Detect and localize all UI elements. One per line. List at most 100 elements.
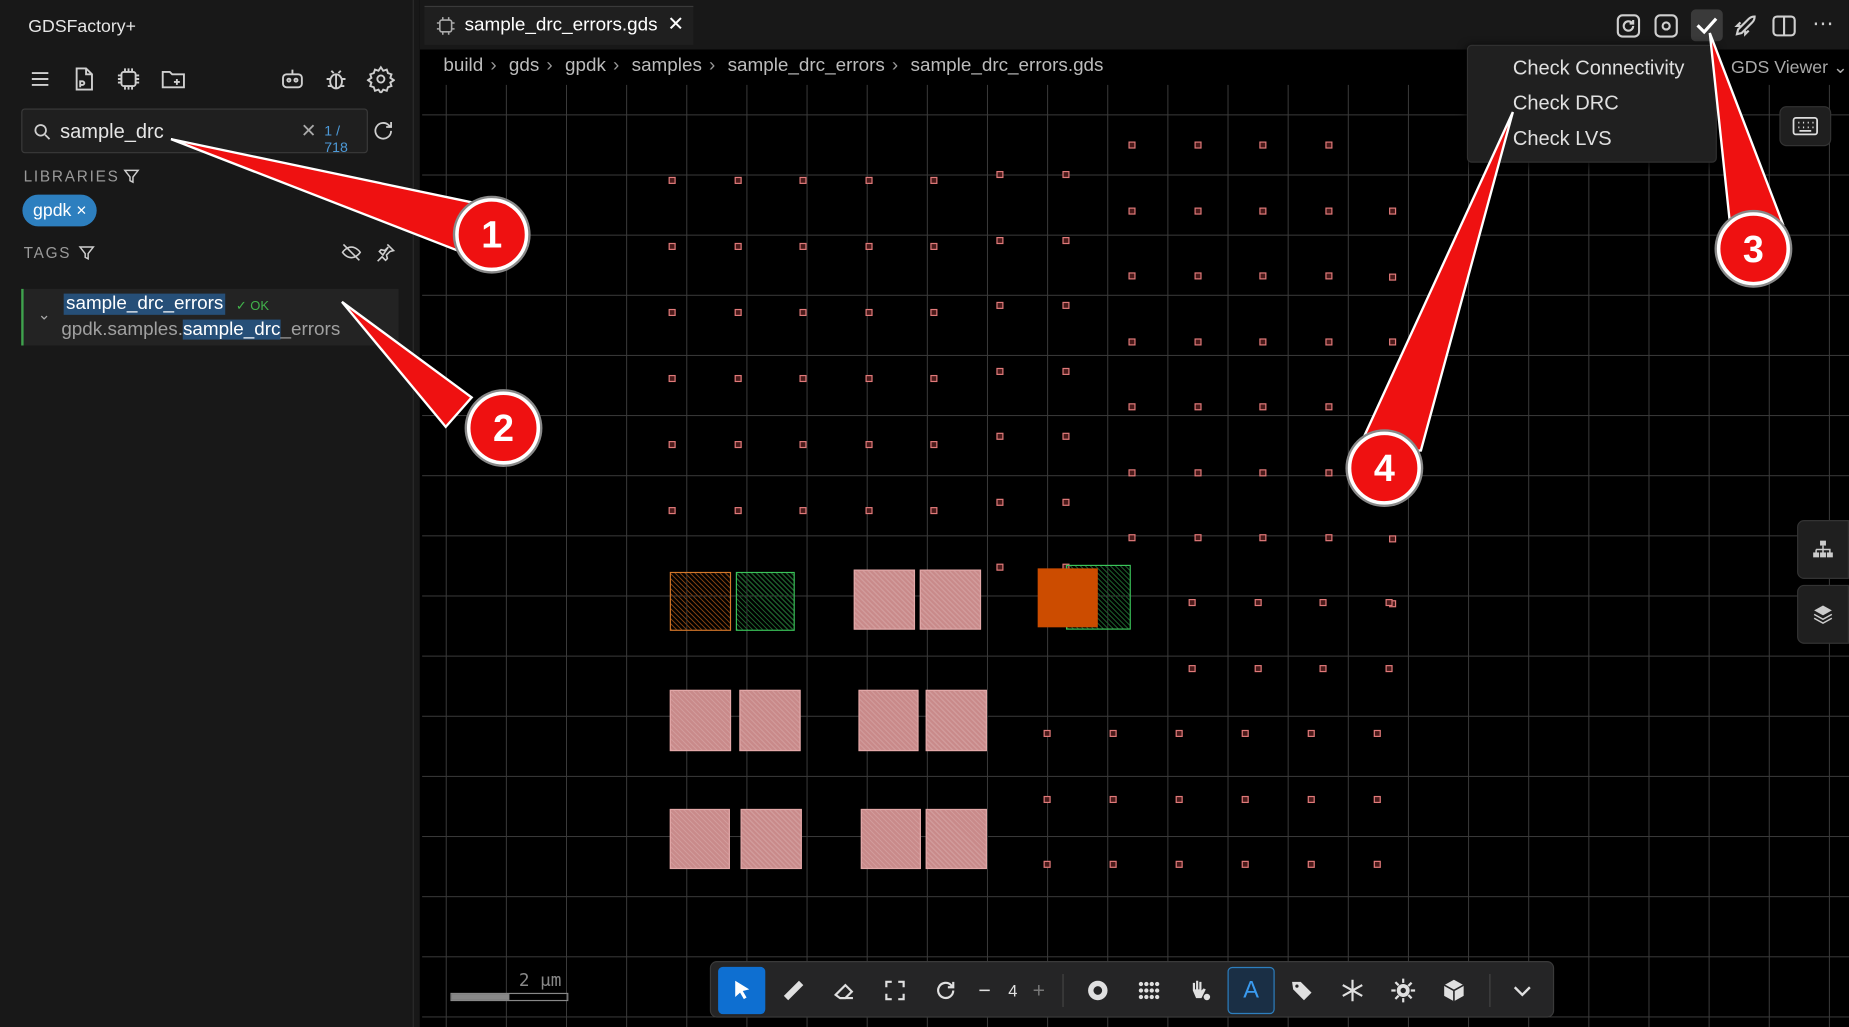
- menu-item-check-drc[interactable]: Check DRC: [1513, 92, 1619, 116]
- via-dot: [1062, 236, 1070, 244]
- via-dot: [668, 441, 676, 449]
- via-dot: [930, 242, 938, 250]
- via-dot: [1193, 403, 1201, 411]
- new-component-icon[interactable]: [114, 65, 142, 93]
- via-dot: [1175, 729, 1183, 737]
- 3d-cube-icon[interactable]: [1430, 967, 1477, 1014]
- via-dot: [1128, 206, 1136, 215]
- via-dot: [1043, 860, 1051, 868]
- via-dot: [1128, 272, 1136, 280]
- breadcrumb-folder[interactable]: sample_drc_errors: [728, 55, 885, 75]
- snowflake-icon[interactable]: [1329, 967, 1376, 1014]
- more-actions-icon[interactable]: ⋯: [1812, 12, 1833, 37]
- ruler-icon[interactable]: [770, 967, 817, 1014]
- settings-gear-icon[interactable]: [366, 65, 396, 95]
- gds-canvas[interactable]: 2 μm: [422, 84, 1849, 1027]
- text-tool-button[interactable]: A: [1227, 966, 1275, 1015]
- divider: [1489, 973, 1491, 1008]
- chevron-down-icon[interactable]: ⌄: [38, 305, 51, 324]
- redo-rotate-icon[interactable]: [922, 967, 969, 1014]
- layout-shape-pink: [740, 808, 802, 870]
- menu-item-check-connectivity[interactable]: Check Connectivity: [1513, 57, 1685, 81]
- via-dot: [930, 308, 938, 317]
- clear-search-button[interactable]: ✕: [301, 119, 317, 143]
- library-chip-gpdk[interactable]: gpdk ×: [22, 194, 98, 227]
- tab-sample-drc-errors[interactable]: sample_drc_errors.gds ✕: [424, 5, 694, 45]
- eraser-icon[interactable]: [821, 967, 868, 1014]
- chevron-down-icon[interactable]: [1499, 967, 1546, 1014]
- bug-icon[interactable]: [322, 65, 350, 93]
- hierarchy-icon[interactable]: [1797, 520, 1849, 579]
- breadcrumb-gds[interactable]: gds: [509, 55, 539, 75]
- record-icon[interactable]: [1074, 967, 1121, 1014]
- zoom-plus-button[interactable]: +: [1025, 967, 1053, 1014]
- via-dot: [1043, 795, 1051, 803]
- breadcrumb-build[interactable]: build: [443, 55, 483, 75]
- gear-icon[interactable]: [1380, 967, 1427, 1014]
- remove-chip-icon[interactable]: ×: [76, 200, 86, 220]
- grid-dots-icon[interactable]: [1125, 967, 1172, 1014]
- via-dot: [799, 441, 807, 449]
- close-tab-button[interactable]: ✕: [667, 13, 684, 37]
- via-dot: [1259, 206, 1267, 215]
- new-python-file-icon[interactable]: [70, 65, 98, 93]
- via-dot: [1241, 795, 1249, 803]
- menu-icon[interactable]: [26, 65, 54, 93]
- via-dot: [734, 176, 742, 184]
- divider: [1062, 973, 1064, 1008]
- via-dot: [864, 374, 872, 383]
- layout-shape-pink: [925, 689, 987, 752]
- via-dot: [1062, 170, 1070, 179]
- hide-icon[interactable]: [341, 242, 362, 263]
- layout-shape-pink: [919, 569, 982, 630]
- via-dot: [1109, 729, 1117, 737]
- via-dot: [996, 236, 1004, 244]
- via-dot: [799, 176, 807, 184]
- search-input[interactable]: sample_drc ✕ 1 / 718: [21, 108, 368, 156]
- reload-icon[interactable]: [1614, 12, 1642, 40]
- gds-viewer-dropdown[interactable]: GDS Viewer ⌄: [1731, 57, 1848, 78]
- breadcrumb-samples[interactable]: samples: [632, 55, 702, 75]
- breadcrumb-gpdk[interactable]: gpdk: [565, 55, 606, 75]
- chip-file-icon: [434, 14, 458, 38]
- callout-1: 1: [455, 198, 529, 272]
- component-name: sample_drc_errors: [63, 293, 226, 315]
- check-icon[interactable]: [1690, 9, 1723, 42]
- filter-icon[interactable]: [123, 167, 141, 185]
- component-path: gpdk.samples.sample_drc_errors: [61, 319, 341, 340]
- via-dot: [1109, 795, 1117, 803]
- via-dot: [1241, 729, 1249, 737]
- via-dot: [1307, 860, 1315, 868]
- select-pointer-icon[interactable]: [718, 966, 766, 1015]
- menu-item-check-lvs[interactable]: Check LVS: [1513, 127, 1612, 151]
- split-editor-icon[interactable]: [1770, 12, 1798, 40]
- fit-screen-icon[interactable]: [871, 967, 918, 1014]
- via-dot: [1188, 599, 1196, 607]
- via-dot: [996, 367, 1004, 375]
- via-dot: [1324, 534, 1332, 542]
- layout-shape-orange-fill: [1037, 568, 1098, 628]
- via-dot: [1259, 468, 1267, 476]
- new-folder-icon[interactable]: [159, 65, 187, 93]
- refresh-icon[interactable]: [371, 119, 395, 143]
- preview-eye-icon[interactable]: [1652, 12, 1680, 40]
- zoom-minus-button[interactable]: −: [970, 967, 998, 1014]
- layers-icon[interactable]: [1797, 584, 1849, 644]
- robot-icon[interactable]: [278, 65, 306, 93]
- via-dot: [1324, 206, 1332, 215]
- hand-settings-icon[interactable]: [1177, 967, 1224, 1014]
- keyboard-icon[interactable]: [1779, 106, 1832, 147]
- layout-shape-pink: [860, 808, 921, 870]
- via-dot: [668, 242, 676, 250]
- tags-icon[interactable]: [1278, 967, 1325, 1014]
- via-dot: [1188, 665, 1196, 673]
- via-dot: [1062, 432, 1070, 440]
- via-dot: [1384, 599, 1393, 607]
- rocket-icon[interactable]: [1731, 12, 1759, 40]
- via-dot: [864, 242, 872, 250]
- breadcrumb-file[interactable]: sample_drc_errors.gds: [911, 55, 1104, 75]
- scale-bar-label: 2 μm: [518, 969, 562, 991]
- list-item-sample-drc-errors[interactable]: ⌄ sample_drc_errors ✓ OK gpdk.samples.sa…: [21, 288, 399, 346]
- tags-filter-icon[interactable]: [78, 244, 96, 262]
- pin-icon[interactable]: [375, 242, 396, 263]
